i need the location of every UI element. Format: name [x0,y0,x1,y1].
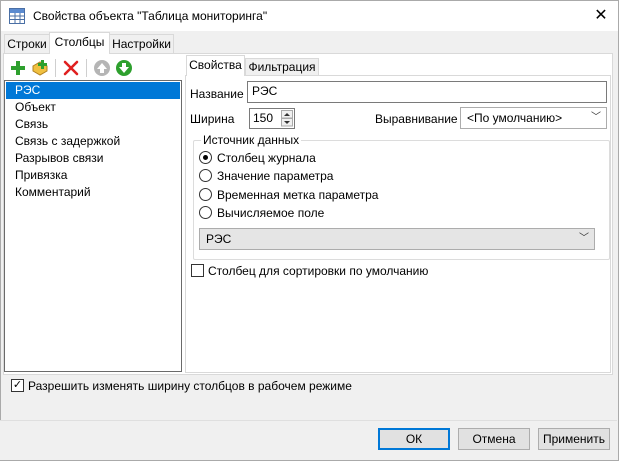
title-bar: Свойства объекта "Таблица мониторинга" ✕ [1,1,618,31]
close-icon[interactable]: ✕ [590,6,612,26]
default-sort-label: Столбец для сортировки по умолчанию [208,264,429,278]
name-label: Название [190,87,244,101]
source-label: Временная метка параметра [217,188,379,202]
allow-resize-checkbox[interactable]: ✓ [11,379,24,392]
columns-toolbar [5,56,181,80]
window-title: Свойства объекта "Таблица мониторинга" [33,9,268,23]
list-item[interactable]: Разрывов связи [6,150,180,167]
tab-columns[interactable]: Столбцы [49,32,110,54]
spin-arrows-icon[interactable] [281,110,293,127]
list-item[interactable]: Комментарий [6,184,180,201]
source-label: Столбец журнала [217,151,316,165]
source-label: Значение параметра [217,169,334,183]
align-label: Выравнивание [375,112,458,126]
default-sort-checkbox[interactable] [191,264,204,277]
move-down-icon[interactable] [115,59,133,77]
list-item[interactable]: Привязка [6,167,180,184]
chevron-down-icon: ﹀ [579,233,589,244]
source-column-select[interactable]: РЭС ﹀ [199,228,595,250]
tab-filtering[interactable]: Фильтрация [245,58,319,76]
width-stepper[interactable]: 150 [249,108,295,129]
tab-properties[interactable]: Свойства [186,55,245,76]
source-radio-journal-column[interactable] [199,151,212,164]
apply-button[interactable]: Применить [538,428,610,450]
list-item[interactable]: Объект [6,99,180,116]
cancel-button[interactable]: Отмена [458,428,530,450]
source-label: Вычисляемое поле [217,206,325,220]
tab-rows[interactable]: Строки [4,34,50,53]
allow-resize-label: Разрешить изменять ширину столбцов в раб… [28,379,352,393]
list-item[interactable]: Связь [6,116,180,133]
source-column-value: РЭС [206,232,232,246]
list-item[interactable]: РЭС [6,82,180,99]
align-select[interactable]: <По умолчанию> ﹀ [460,107,607,129]
width-value: 150 [253,111,274,125]
toolbar-separator [55,59,56,77]
source-radio-parameter-timestamp[interactable] [199,188,212,201]
toolbar-separator [86,59,87,77]
width-label: Ширина [190,112,235,126]
columns-list[interactable]: РЭС Объект Связь Связь с задержкой Разры… [4,80,182,372]
list-item[interactable]: Связь с задержкой [6,133,180,150]
ok-button[interactable]: ОК [378,428,450,450]
delete-icon[interactable] [62,59,80,77]
tab-settings[interactable]: Настройки [109,34,174,53]
data-source-caption: Источник данных [201,133,302,147]
align-value: <По умолчанию> [467,111,563,125]
move-up-icon[interactable] [93,59,111,77]
add-copy-icon[interactable] [31,59,49,77]
source-radio-parameter-value[interactable] [199,169,212,182]
source-radio-computed-field[interactable] [199,206,212,219]
table-icon [9,8,25,24]
add-icon[interactable] [9,59,27,77]
chevron-down-icon: ﹀ [591,112,601,123]
name-field[interactable]: РЭС [247,81,607,103]
